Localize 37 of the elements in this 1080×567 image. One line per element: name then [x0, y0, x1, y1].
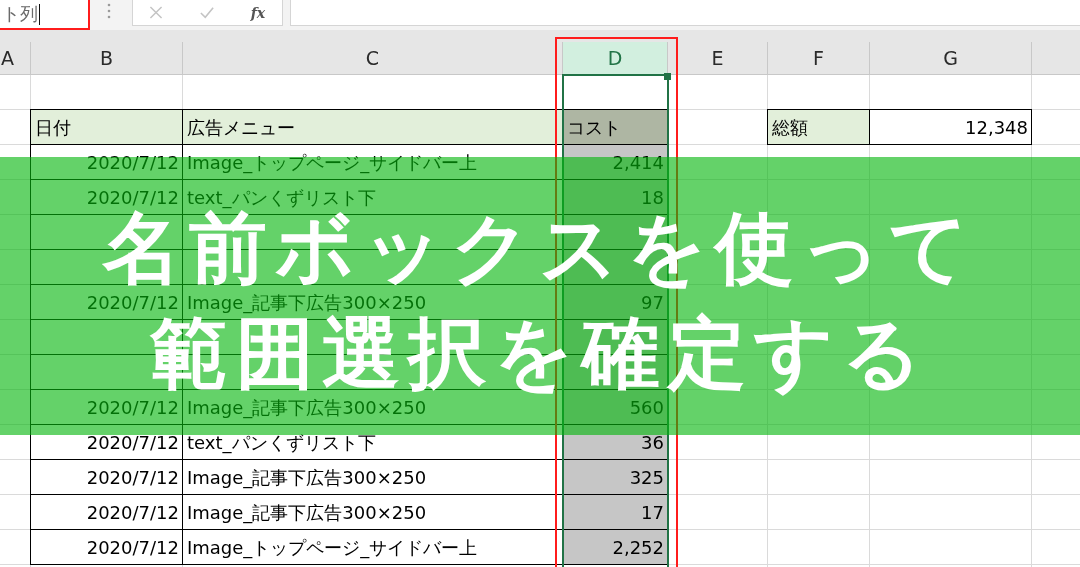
cross-icon [149, 6, 163, 19]
ad-menu-text: text_パンくずリスト下 [187, 433, 376, 452]
grip-dots-icon[interactable] [107, 3, 111, 19]
cost-value: 325 [629, 468, 664, 487]
date-text: 2020/7/12 [86, 188, 179, 207]
ad-menu-text: Image_記事下広告300×250 [187, 503, 427, 522]
cost-value: 36 [641, 433, 664, 452]
table-heading: コスト [567, 118, 621, 137]
date-text: 2020/7/12 [86, 503, 179, 522]
ad-menu-text: Image_記事下広告300×250 [187, 293, 427, 312]
date-text: 2020/7/12 [86, 153, 179, 172]
ad-menu-text: Image_トップページ_サイドバー上 [187, 538, 478, 557]
cost-value: 2,252 [612, 538, 664, 557]
date-text: 2020/7/12 [86, 398, 179, 417]
cost-value: 17 [641, 503, 664, 522]
date-text: 2020/7/12 [86, 538, 179, 557]
insert-function-button[interactable]: fx [243, 0, 273, 25]
table-heading: 広告メニュー [187, 118, 295, 137]
ad-menu-text: text_パンくずリスト下 [187, 188, 376, 207]
date-text: 2020/7/12 [86, 468, 179, 487]
ad-menu-text: Image_記事下広告300×250 [187, 398, 427, 417]
date-text: 2020/7/12 [86, 293, 179, 312]
fill-handle-icon[interactable] [664, 73, 671, 80]
name-box[interactable]: ト列 [0, 0, 90, 30]
total-value: 12,348 [965, 118, 1028, 137]
ad-menu-text: Image_トップページ_サイドバー上 [187, 153, 478, 172]
checkmark-icon [200, 6, 214, 19]
table-heading: 日付 [35, 118, 71, 137]
total-label: 総額 [772, 118, 808, 137]
cost-value: 18 [641, 188, 664, 207]
cost-value: 2,414 [612, 153, 664, 172]
date-text: 2020/7/12 [86, 433, 179, 452]
ad-menu-text: Image_記事下広告300×250 [187, 468, 427, 487]
cost-value: 560 [629, 398, 664, 417]
column-header[interactable]: D [563, 42, 668, 75]
cost-value: 97 [641, 293, 664, 312]
formula-input[interactable] [290, 0, 1080, 26]
